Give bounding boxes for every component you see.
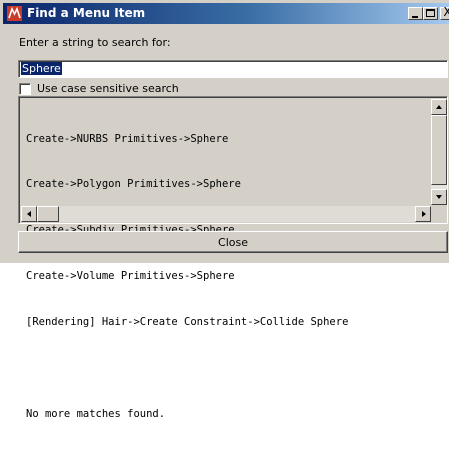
down-arrow-icon [436,195,442,199]
no-more-matches-message: No more matches found. [26,407,166,420]
minimize-icon [412,16,418,18]
up-arrow-icon [436,105,442,109]
scroll-up-button[interactable] [431,99,447,115]
result-line[interactable]: Create->NURBS Primitives->Sphere [26,132,348,147]
scrollbar-corner [431,206,447,222]
vertical-scroll-thumb[interactable] [431,115,447,185]
find-menu-item-window: Find a Menu Item X Enter a string to sea… [0,0,449,420]
close-icon: X [443,5,449,19]
results-list[interactable]: Create->NURBS Primitives->Sphere Create-… [18,96,448,420]
close-window-button[interactable]: X [440,5,449,20]
vertical-scrollbar[interactable] [431,99,447,205]
window-title: Find a Menu Item [27,6,146,20]
results-text: Create->NURBS Primitives->Sphere Create-… [26,101,348,453]
maximize-icon [426,9,435,17]
case-sensitive-label: Use case sensitive search [37,82,179,95]
search-prompt-label: Enter a string to search for: [19,36,171,49]
close-button[interactable]: Close [18,231,448,253]
result-line[interactable]: Create->Polygon Primitives->Sphere [26,177,348,192]
result-line-blank: ​ [26,361,348,376]
case-sensitive-checkbox[interactable] [19,83,31,95]
horizontal-scroll-thumb[interactable] [37,206,59,222]
title-bar[interactable]: Find a Menu Item X [3,3,449,24]
scroll-down-button[interactable] [431,189,447,205]
left-arrow-icon [27,211,31,217]
right-arrow-icon [422,211,426,217]
search-input-value: Sphere [21,62,62,75]
search-input[interactable]: Sphere [18,60,448,78]
minimize-button[interactable] [408,7,423,20]
result-line[interactable]: Create->Volume Primitives->Sphere [26,269,348,284]
scroll-left-button[interactable] [21,206,37,222]
scroll-right-button[interactable] [415,206,431,222]
horizontal-scrollbar[interactable] [21,206,431,222]
maximize-button[interactable] [423,7,438,20]
maya-app-icon [7,6,22,21]
result-line[interactable]: [Rendering] Hair->Create Constraint->Col… [26,315,348,330]
